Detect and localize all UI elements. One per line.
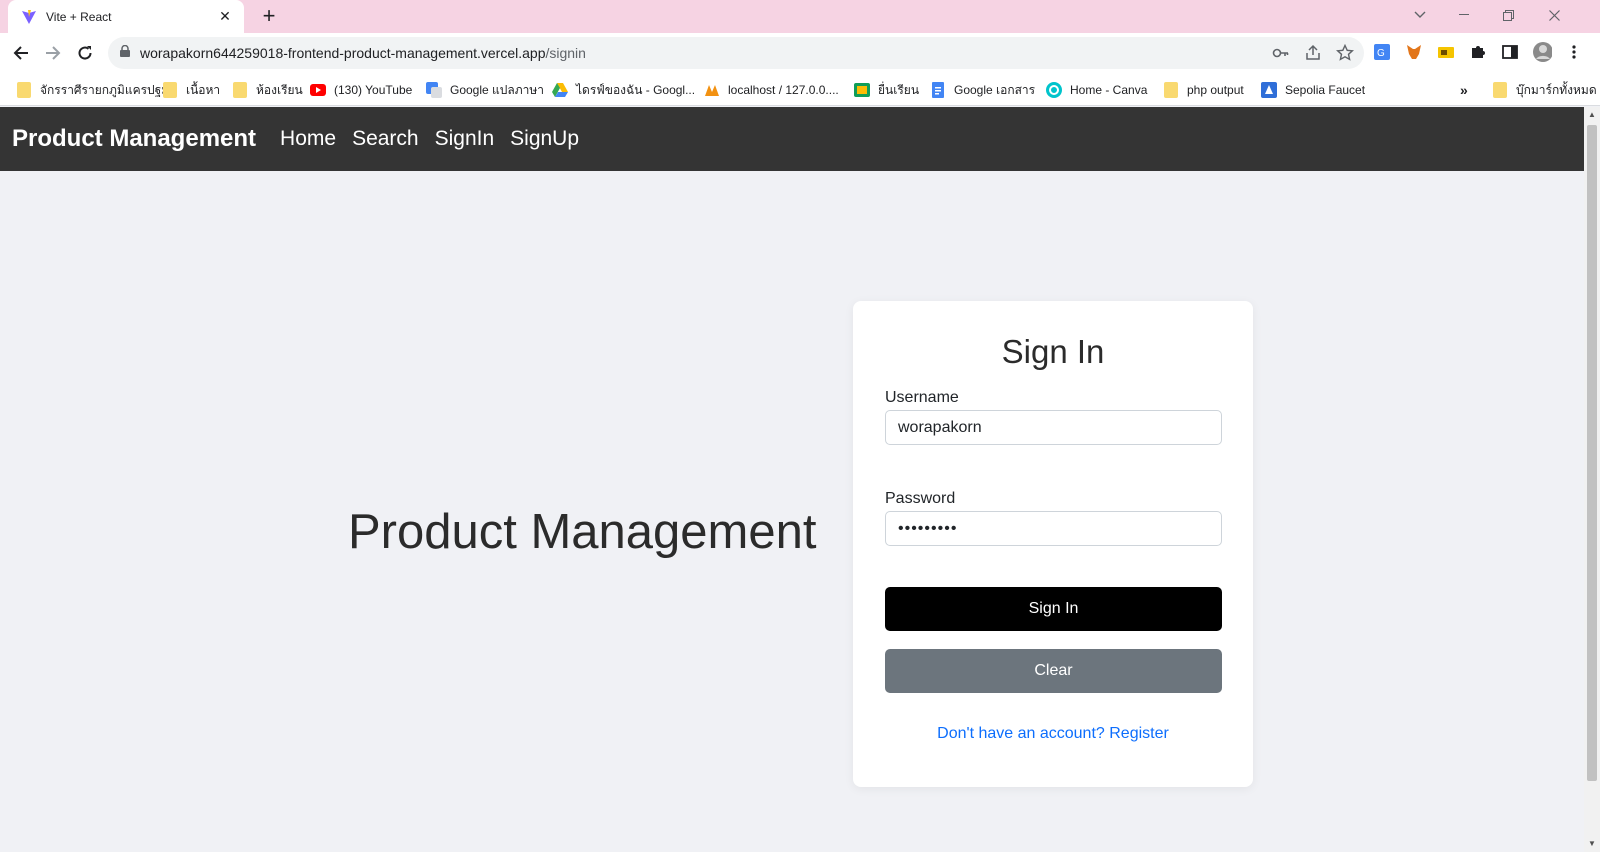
google-drive-icon: [552, 82, 568, 98]
folder-icon: [162, 82, 178, 98]
forward-icon[interactable]: [40, 40, 66, 66]
side-panel-icon[interactable]: [1500, 42, 1520, 62]
clear-button[interactable]: Clear: [885, 649, 1222, 693]
bookmark-item[interactable]: localhost / 127.0.0....: [704, 80, 839, 100]
bookmark-item[interactable]: Home - Canva: [1046, 80, 1147, 100]
password-input[interactable]: [885, 511, 1222, 546]
nav-link-signin[interactable]: SignIn: [435, 127, 495, 151]
tab-search-icon[interactable]: [1400, 0, 1440, 30]
bookmark-item[interactable]: Google แปลภาษา: [426, 80, 544, 100]
vite-icon: [20, 8, 38, 26]
google-docs-icon: [930, 82, 946, 98]
username-input[interactable]: [885, 410, 1222, 445]
reload-icon[interactable]: [72, 40, 98, 66]
folder-icon: [1163, 82, 1179, 98]
bookmark-item[interactable]: php output: [1163, 80, 1244, 100]
nav-link-search[interactable]: Search: [352, 127, 419, 151]
password-label: Password: [885, 490, 956, 507]
close-icon[interactable]: ✕: [216, 8, 234, 25]
metamask-icon[interactable]: [1404, 42, 1424, 62]
tab-title: Vite + React: [46, 9, 112, 24]
sepolia-icon: [1261, 82, 1277, 98]
google-translate-extension-icon[interactable]: G: [1372, 42, 1392, 62]
folder-icon: [16, 82, 32, 98]
profile-avatar-icon[interactable]: [1532, 42, 1552, 62]
bookmark-item[interactable]: Sepolia Faucet: [1261, 80, 1365, 100]
signin-button[interactable]: Sign In: [885, 587, 1222, 631]
extensions-puzzle-icon[interactable]: [1468, 42, 1488, 62]
back-icon[interactable]: [8, 40, 34, 66]
phpmyadmin-icon: [704, 82, 720, 98]
all-bookmarks-folder[interactable]: บุ๊กมาร์กทั้งหมด: [1492, 80, 1597, 100]
top-navbar: Product Management Home Search SignIn Si…: [0, 107, 1584, 171]
google-translate-icon: [426, 82, 442, 98]
bookmarks-bar: จักรราศีรายกภูมิแครปฐม เนื้อหา ห้องเรียน…: [0, 73, 1600, 106]
bookmark-item[interactable]: ไดรฟ์ของฉัน - Googl...: [552, 80, 695, 100]
share-icon[interactable]: [1304, 44, 1322, 67]
folder-icon: [1492, 82, 1508, 98]
more-bookmarks-button[interactable]: »: [1460, 80, 1468, 100]
url-text: worapakorn644259018-frontend-product-man…: [140, 45, 586, 61]
restore-icon[interactable]: [1488, 0, 1528, 30]
bookmark-item[interactable]: Google เอกสาร: [930, 80, 1035, 100]
username-label: Username: [885, 389, 959, 406]
browser-tab[interactable]: Vite + React ✕: [8, 0, 244, 33]
browser-tab-strip: Vite + React ✕ +: [0, 0, 1600, 33]
bookmark-item[interactable]: ห้องเรียน: [232, 80, 303, 100]
app-page: Product Management Home Search SignIn Si…: [0, 107, 1584, 852]
new-tab-button[interactable]: +: [256, 4, 282, 30]
minimize-icon[interactable]: [1444, 0, 1484, 30]
bookmark-item[interactable]: (130) YouTube: [310, 80, 412, 100]
nav-link-signup[interactable]: SignUp: [510, 127, 579, 151]
key-icon[interactable]: [1272, 44, 1290, 67]
signin-title: Sign In: [1001, 333, 1105, 370]
address-bar[interactable]: worapakorn644259018-frontend-product-man…: [108, 37, 1364, 69]
navbar-brand[interactable]: Product Management: [12, 125, 256, 153]
canva-icon: [1046, 82, 1062, 98]
register-link[interactable]: Don't have an account? Register: [853, 725, 1253, 743]
extension-tag-icon[interactable]: [1436, 42, 1456, 62]
svg-text:G: G: [1377, 48, 1385, 59]
bookmark-item[interactable]: เนื้อหา: [162, 80, 220, 100]
bookmark-item[interactable]: จักรราศีรายกภูมิแครปฐม: [16, 80, 169, 100]
bookmark-star-icon[interactable]: [1335, 43, 1355, 67]
signin-card: Sign In Username Password ••••••••• Sign…: [853, 301, 1253, 787]
scroll-down-icon[interactable]: ▼: [1584, 836, 1600, 852]
folder-icon: [232, 82, 248, 98]
bookmark-item[interactable]: ยื่นเรียน: [854, 80, 919, 100]
scroll-up-icon[interactable]: ▲: [1584, 107, 1600, 123]
scroll-thumb[interactable]: [1587, 125, 1597, 781]
page-scrollbar[interactable]: ▲ ▼: [1584, 107, 1600, 852]
classroom-icon: [854, 82, 870, 98]
nav-link-home[interactable]: Home: [280, 127, 336, 151]
youtube-icon: [310, 82, 326, 98]
lock-icon: [120, 44, 130, 62]
window-close-icon[interactable]: [1532, 0, 1576, 30]
browser-toolbar: worapakorn644259018-frontend-product-man…: [0, 33, 1600, 73]
browser-menu-icon[interactable]: [1564, 42, 1584, 62]
hero-title: Product Management: [348, 505, 817, 559]
